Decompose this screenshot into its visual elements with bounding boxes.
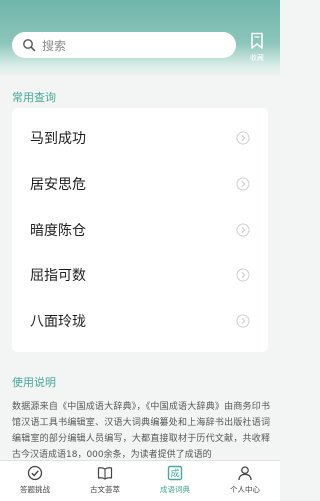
search-bar[interactable]: 搜索 xyxy=(12,32,236,58)
list-item[interactable]: 马到成功 xyxy=(12,115,268,160)
search-placeholder: 搜索 xyxy=(42,38,67,53)
common-section-title: 常用查询 xyxy=(12,91,56,104)
tab-profile-label: 个人中心 xyxy=(230,485,260,494)
tab-classics-label: 古文荟萃 xyxy=(90,485,120,494)
tab-dictionary[interactable]: 成 成语词典 xyxy=(147,465,203,499)
tab-challenge-label: 答题挑战 xyxy=(20,485,50,494)
search-icon xyxy=(23,39,36,52)
tab-classics[interactable]: 古文荟萃 xyxy=(77,465,133,499)
list-item[interactable]: 暗度陈仓 xyxy=(12,207,268,252)
usage-text: 数据源来自《中国成语大辞典》，《中国成语大辞典》由商务印书馆汉语工具书编辑室、汉… xyxy=(12,402,270,460)
chevron-right-icon xyxy=(236,314,250,327)
tab-profile[interactable]: 个人中心 xyxy=(217,465,273,499)
list-item-label: 八面玲珑 xyxy=(30,313,86,330)
chevron-right-icon xyxy=(236,223,250,236)
list-item-label: 马到成功 xyxy=(30,130,86,147)
list-item[interactable]: 居安思危 xyxy=(12,161,268,206)
check-circle-icon xyxy=(27,465,43,481)
list-item[interactable]: 屈指可数 xyxy=(12,252,268,297)
tab-challenge[interactable]: 答题挑战 xyxy=(7,465,63,499)
list-item-label: 屈指可数 xyxy=(30,267,86,284)
header-banner: 搜索 收藏 xyxy=(0,0,280,78)
usage-section-title: 使用说明 xyxy=(12,376,56,389)
person-icon xyxy=(238,466,252,481)
chevron-right-icon xyxy=(236,131,250,144)
chevron-right-icon xyxy=(236,268,250,281)
list-item[interactable]: 八面玲珑 xyxy=(12,298,268,343)
chevron-right-icon xyxy=(236,177,250,190)
common-list-card: 马到成功 居安思危 暗度陈仓 屈指可数 八面玲珑 xyxy=(12,108,268,352)
favorites-label: 收藏 xyxy=(250,54,264,62)
bottom-tab-bar: 答题挑战 古文荟萃 成 成语词典 个人中心 xyxy=(0,460,280,501)
open-book-icon xyxy=(97,467,113,480)
dictionary-icon: 成 xyxy=(167,465,183,481)
favorites-button[interactable]: 收藏 xyxy=(242,32,272,66)
list-item-label: 居安思危 xyxy=(30,176,86,193)
tab-dictionary-label: 成语词典 xyxy=(160,485,190,494)
bookmark-icon xyxy=(251,32,263,49)
dictionary-icon-glyph: 成 xyxy=(170,468,179,480)
list-item-label: 暗度陈仓 xyxy=(30,222,86,239)
